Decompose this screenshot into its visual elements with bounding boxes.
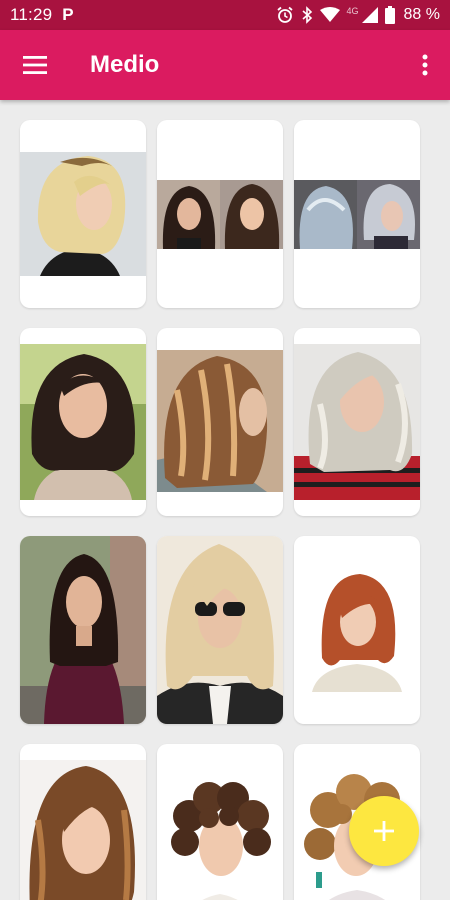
gallery-card[interactable] [294, 120, 420, 308]
plus-icon [374, 821, 394, 841]
menu-button[interactable] [0, 30, 70, 100]
status-bar: 11:29 P 4G 88 % [0, 0, 450, 30]
add-button[interactable] [349, 796, 419, 866]
wifi-icon [319, 7, 340, 22]
more-vert-icon [422, 54, 428, 76]
gallery-card[interactable] [294, 328, 420, 516]
hairstyle-photo [20, 536, 146, 724]
hamburger-menu-icon [23, 56, 47, 74]
hairstyle-photo [20, 344, 146, 500]
status-time: 11:29 [10, 5, 53, 24]
gallery-card[interactable] [20, 328, 146, 516]
hairstyle-photo [157, 536, 283, 724]
hairstyle-photo [20, 152, 146, 276]
network-type-label: 4G [346, 6, 359, 16]
hairstyle-photo [20, 760, 146, 900]
hairstyle-photo [157, 760, 283, 900]
app-bar: Medio [0, 30, 450, 100]
gallery-card[interactable] [20, 744, 146, 900]
cellular-icon [361, 7, 378, 23]
gallery-card[interactable] [294, 536, 420, 724]
battery-icon [384, 6, 395, 24]
battery-percent: 88 % [403, 6, 440, 23]
hairstyle-photo [157, 350, 283, 492]
gallery-card[interactable] [157, 120, 283, 308]
gallery-card[interactable] [157, 744, 283, 900]
hairstyle-photo [157, 180, 283, 249]
app-notification-icon: P [62, 5, 74, 24]
hairstyle-photo [294, 568, 420, 692]
status-icons: 4G 88 % [276, 6, 440, 24]
alarm-icon [276, 6, 293, 23]
hairstyle-photo [294, 344, 420, 500]
bluetooth-icon [301, 6, 312, 24]
gallery-card[interactable] [157, 536, 283, 724]
gallery-card[interactable] [20, 536, 146, 724]
hairstyle-photo [294, 180, 420, 249]
gallery-card[interactable] [20, 120, 146, 308]
page-title: Medio [90, 51, 160, 78]
gallery-card[interactable] [157, 328, 283, 516]
overflow-menu-button[interactable] [400, 30, 450, 100]
